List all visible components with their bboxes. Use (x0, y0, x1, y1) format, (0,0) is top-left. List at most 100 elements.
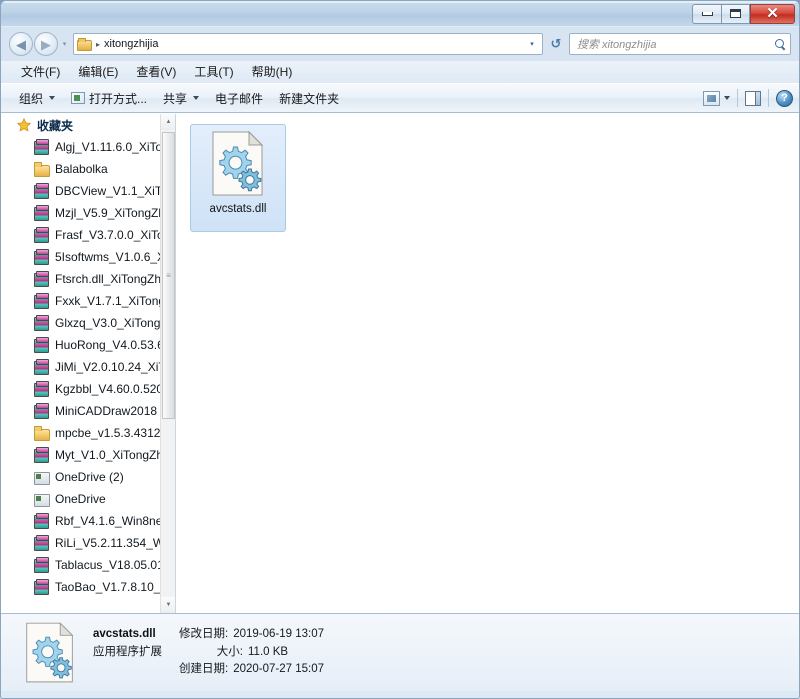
search-box[interactable]: 搜索 xitongzhijia (569, 33, 791, 55)
chevron-down-icon: ▾ (62, 41, 67, 48)
view-chevron-down-icon[interactable] (724, 96, 730, 100)
nav-item[interactable]: 5Isoftwms_V1.0.6_X (1, 246, 161, 268)
nav-item[interactable]: MiniCADDraw2018 (1, 400, 161, 422)
email-label: 电子邮件 (215, 91, 264, 106)
nav-item[interactable]: JiMi_V2.0.10.24_XiT (1, 356, 161, 378)
chevron-down-icon (193, 96, 200, 100)
nav-item-label: RiLi_V5.2.11.354_Wi (55, 536, 161, 550)
open-with-button[interactable]: 打开方式... (63, 87, 155, 110)
share-button[interactable]: 共享 (155, 87, 207, 110)
nav-item-label: Tablacus_V18.05.01 (55, 558, 161, 572)
search-icon[interactable] (774, 38, 787, 51)
help-icon[interactable]: ? (776, 89, 793, 107)
nav-item[interactable]: Fxxk_V1.7.1_XiTong (1, 290, 161, 312)
nav-item-label: TaoBao_V1.7.8.10_\ (55, 580, 161, 594)
command-bar: 组织 打开方式... 共享 电子邮件 新建文件夹 ? (1, 83, 799, 113)
archive-icon (33, 183, 49, 199)
details-created-key: 创建日期: (179, 663, 229, 676)
open-with-icon (71, 92, 86, 104)
minimize-button[interactable] (692, 3, 721, 24)
search-input-placeholder[interactable]: 搜索 xitongzhijia (577, 36, 774, 52)
dll-gear-icon (209, 130, 267, 197)
forward-button[interactable]: ▶ (34, 32, 58, 56)
new-folder-button[interactable]: 新建文件夹 (271, 87, 347, 110)
favorites-header[interactable]: 收藏夹 (1, 114, 161, 136)
nav-item-label: Glxzq_V3.0_XiTong (55, 316, 161, 330)
nav-item[interactable]: Balabolka (1, 158, 161, 180)
nav-item[interactable]: Algj_V1.11.6.0_XiTo (1, 136, 161, 158)
details-row-modified: avcstats.dll 修改日期: 2019-06-19 13:07 (93, 626, 324, 644)
main-area: 收藏夹 Algj_V1.11.6.0_XiTo Balabolka DBCView_… (1, 113, 799, 613)
folder-icon (33, 161, 50, 177)
details-size-key: 大小: (216, 645, 243, 658)
back-button[interactable]: ◀ (9, 32, 33, 56)
nav-item-label: HuoRong_V4.0.53.6 (55, 338, 161, 352)
file-name-label: avcstats.dll (209, 203, 267, 215)
navigation-scrollbar[interactable]: ▲ ≡ ▼ (160, 114, 175, 613)
maximize-button[interactable] (721, 3, 750, 24)
preview-pane-icon[interactable] (745, 90, 761, 106)
archive-icon (33, 337, 49, 353)
forward-icon: ▶ (41, 36, 51, 52)
nav-item[interactable]: Ftsrch.dll_XiTongZh (1, 268, 161, 290)
nav-item[interactable]: Mzjl_V5.9_XiTongZl (1, 202, 161, 224)
menu-item-edit[interactable]: 编辑(E) (69, 61, 127, 83)
scroll-down-icon: ▼ (165, 602, 172, 608)
menu-item-tools[interactable]: 工具(T) (185, 61, 242, 83)
scroll-down-button[interactable]: ▼ (161, 597, 175, 613)
file-item-avcstats[interactable]: avcstats.dll (190, 124, 286, 232)
nav-item-label: DBCView_V1.1_XiTc (55, 184, 161, 198)
archive-icon (33, 557, 49, 573)
nav-item[interactable]: DBCView_V1.1_XiTc (1, 180, 161, 202)
menu-item-view[interactable]: 查看(V) (127, 61, 185, 83)
nav-item[interactable]: OneDrive (1, 488, 161, 510)
breadcrumb-separator-icon: ▸ (96, 39, 101, 49)
file-list-pane[interactable]: avcstats.dll (176, 114, 799, 613)
nav-item-label: JiMi_V2.0.10.24_XiT (55, 360, 161, 374)
details-modified-value: 2019-06-19 13:07 (233, 627, 325, 640)
menu-item-help[interactable]: 帮助(H) (243, 61, 302, 83)
nav-item[interactable]: HuoRong_V4.0.53.6 (1, 334, 161, 356)
refresh-button[interactable]: ↺ (545, 33, 567, 55)
recent-pages-dropdown[interactable]: ▾ (59, 34, 70, 54)
archive-icon (33, 403, 49, 419)
email-button[interactable]: 电子邮件 (207, 87, 271, 110)
archive-icon (33, 359, 49, 375)
address-chevron-down-icon[interactable]: ▾ (524, 34, 540, 54)
nav-item-label: Myt_V1.0_XiTongZh (55, 448, 161, 462)
drive-icon (33, 469, 50, 485)
scroll-up-button[interactable]: ▲ (161, 114, 175, 130)
nav-item[interactable]: Myt_V1.0_XiTongZh (1, 444, 161, 466)
favorites-list: 收藏夹 Algj_V1.11.6.0_XiTo Balabolka DBCView_… (1, 114, 161, 598)
nav-item-label: 5Isoftwms_V1.0.6_X (55, 250, 161, 264)
organize-button[interactable]: 组织 (11, 87, 63, 110)
menu-bar: 文件(F) 编辑(E) 查看(V) 工具(T) 帮助(H) (1, 61, 799, 83)
close-button[interactable]: ✕ (750, 3, 795, 24)
nav-item-label: Frasf_V3.7.0.0_XiTo (55, 228, 161, 242)
breadcrumb-path[interactable]: xitongzhijia (104, 38, 158, 50)
nav-item[interactable]: Frasf_V3.7.0.0_XiTo (1, 224, 161, 246)
archive-icon (33, 381, 49, 397)
scrollbar-thumb[interactable]: ≡ (162, 132, 175, 419)
nav-item-label: OneDrive (2) (55, 470, 124, 484)
thumb-grip-icon: ≡ (166, 271, 171, 280)
menu-item-file[interactable]: 文件(F) (12, 61, 69, 83)
details-created-value: 2020-07-27 15:07 (233, 663, 325, 676)
nav-item-label: MiniCADDraw2018 (55, 404, 158, 418)
folder-icon (33, 425, 50, 441)
address-input[interactable]: ▸ xitongzhijia ▾ (73, 33, 543, 55)
change-view-icon[interactable] (703, 90, 720, 106)
nav-item[interactable]: mpcbe_v1.5.3.4312 (1, 422, 161, 444)
nav-item[interactable]: Glxzq_V3.0_XiTong (1, 312, 161, 334)
archive-icon (33, 293, 49, 309)
nav-item[interactable]: TaoBao_V1.7.8.10_\ (1, 576, 161, 598)
window-controls: ✕ (692, 3, 795, 24)
back-icon: ◀ (16, 36, 26, 52)
nav-item[interactable]: Rbf_V4.1.6_Win8net (1, 510, 161, 532)
nav-item[interactable]: RiLi_V5.2.11.354_Wi (1, 532, 161, 554)
nav-item[interactable]: OneDrive (2) (1, 466, 161, 488)
nav-item[interactable]: Kgzbbl_V4.60.0.520 (1, 378, 161, 400)
nav-item[interactable]: Tablacus_V18.05.01 (1, 554, 161, 576)
nav-item-label: Algj_V1.11.6.0_XiTo (55, 140, 161, 154)
folder-icon (77, 37, 92, 51)
